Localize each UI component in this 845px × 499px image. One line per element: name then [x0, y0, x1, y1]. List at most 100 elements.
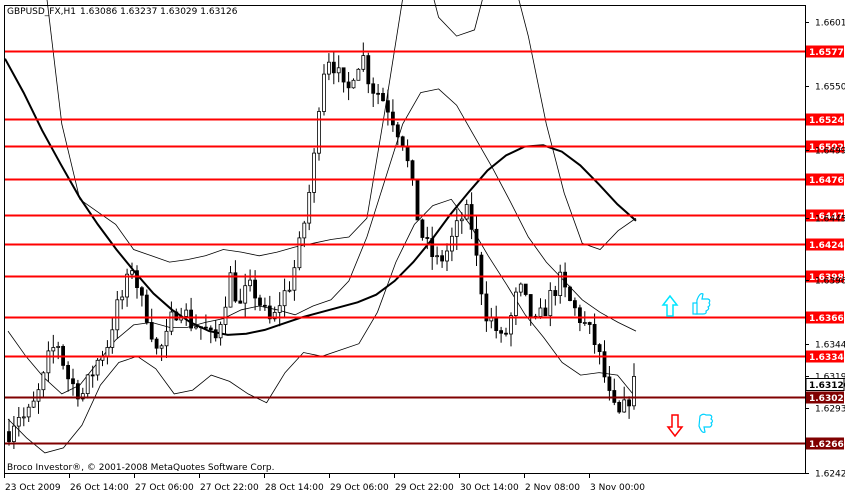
candle-bear [415, 179, 420, 221]
candle-bull [435, 255, 440, 258]
candle-bull [307, 191, 312, 224]
candle-bear [469, 204, 474, 230]
candle-bull [454, 220, 459, 237]
candle-bear [479, 254, 484, 295]
candle-bull [159, 345, 164, 349]
time-tick-label: 23 Oct 2009 [5, 483, 61, 493]
candle-bear [597, 344, 602, 353]
price-tick-label: 1.63445 [815, 341, 845, 351]
current-price-text: 1.63126 [809, 381, 845, 391]
price-tick-label: 1.66010 [815, 19, 845, 29]
candle-bear [208, 327, 213, 331]
candle-bear [553, 290, 558, 296]
candle-bull [277, 305, 282, 313]
time-tick-label: 29 Oct 22:00 [395, 483, 454, 493]
candle-bear [499, 330, 504, 334]
candle-bull [282, 290, 287, 307]
candle-bull [326, 61, 331, 75]
candle-bear [381, 93, 385, 102]
chart-window[interactable]: 1.657791.652421.650211.647601.644791.642… [0, 0, 845, 495]
candle-bull [130, 270, 134, 275]
candle-bull [287, 289, 292, 292]
level-price-text: 1.63663 [809, 314, 845, 324]
price-tick-label: 1.62935 [815, 405, 845, 415]
candle-bear [385, 100, 390, 113]
price-tick-label: 1.62420 [815, 470, 845, 480]
candle-bull [95, 359, 100, 376]
candle-bull [297, 237, 302, 269]
candle-bull [26, 406, 31, 418]
time-tick-label: 27 Oct 06:00 [135, 483, 194, 493]
candle-bull [336, 67, 341, 74]
candle-bull [16, 416, 21, 427]
candle-bull [194, 326, 198, 329]
candle-bull [164, 330, 169, 347]
candle-bear [203, 326, 208, 329]
candle-bull [514, 291, 518, 317]
candle-bull [184, 309, 189, 317]
candle-bull [622, 399, 627, 413]
candle-bear [262, 304, 267, 307]
candle-bull [85, 374, 90, 394]
candle-bull [51, 347, 56, 352]
candle-bear [376, 92, 381, 95]
candle-bull [632, 375, 636, 407]
candle-bear [149, 322, 154, 340]
time-tick-label: 29 Oct 06:00 [330, 483, 389, 493]
candle-bear [366, 55, 371, 85]
candle-bull [312, 152, 317, 193]
candle-bull [322, 73, 326, 112]
candle-bull [46, 350, 51, 374]
candle-bear [331, 61, 336, 74]
candle-bear [341, 67, 346, 83]
candle-bull [538, 307, 543, 317]
level-price-text: 1.65242 [809, 116, 845, 126]
candle-bull [445, 250, 449, 262]
candle-bull [228, 272, 233, 308]
candle-bear [198, 326, 203, 329]
candle-bear [543, 307, 548, 317]
candle-bear [7, 431, 11, 443]
candle-bear [592, 323, 597, 345]
candle-bear [213, 329, 218, 339]
candle-bear [135, 270, 139, 289]
candle-bear [617, 401, 622, 413]
candle-bear [139, 287, 144, 296]
candle-bull [464, 204, 469, 220]
candle-bear [440, 255, 445, 262]
candle-bear [425, 237, 430, 239]
candle-bull [302, 222, 307, 239]
candle-bull [120, 296, 125, 301]
candle-bear [405, 146, 410, 162]
time-tick-label: 27 Oct 22:00 [200, 483, 259, 493]
candle-bear [238, 300, 243, 304]
time-tick-label: 26 Oct 14:00 [70, 483, 129, 493]
candle-bear [253, 279, 258, 299]
price-chart[interactable]: 1.657791.652421.650211.647601.644791.642… [0, 0, 845, 495]
candle-bull [11, 425, 16, 443]
candle-bull [21, 416, 26, 419]
candle-bull [218, 323, 223, 339]
candle-bull [41, 372, 46, 391]
candle-bull [582, 322, 587, 324]
candle-bear [494, 317, 499, 332]
candle-bear [174, 311, 179, 321]
time-tick-label: 28 Oct 14:00 [265, 483, 324, 493]
candle-bull [548, 290, 553, 317]
candle-bull [292, 267, 297, 291]
candle-bull [56, 345, 61, 348]
candle-bear [189, 309, 194, 329]
candle-bull [36, 389, 41, 402]
candle-bull [243, 285, 248, 304]
candle-bear [602, 351, 607, 378]
candle-bear [523, 283, 528, 295]
candle-bear [258, 297, 262, 306]
candle-bear [420, 219, 425, 238]
candle-bear [568, 286, 572, 302]
time-tick-label: 2 Nov 08:00 [525, 483, 580, 493]
candle-bull [110, 329, 115, 348]
candle-bear [66, 364, 70, 380]
price-tick-label: 1.64450 [815, 215, 845, 225]
candle-bear [154, 338, 159, 349]
level-price-text: 1.63349 [809, 353, 845, 363]
